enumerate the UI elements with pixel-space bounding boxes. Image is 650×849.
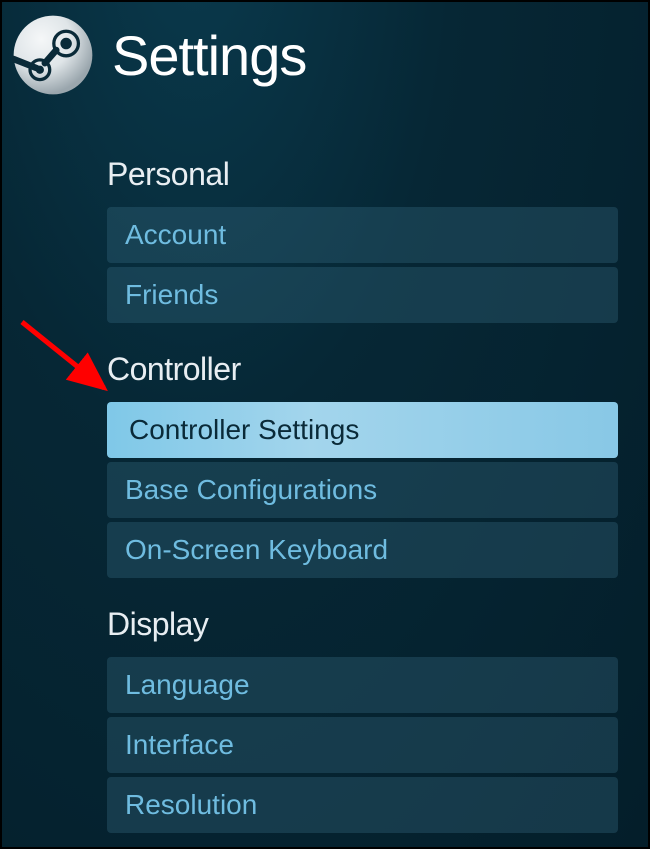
section-display: Display Language Interface Resolution	[107, 606, 618, 833]
menu-item-label: Interface	[125, 729, 234, 760]
header: Settings	[2, 2, 648, 116]
section-personal: Personal Account Friends	[107, 156, 618, 323]
page-title: Settings	[112, 23, 306, 88]
steam-logo-icon	[12, 14, 94, 96]
menu-item-controller-settings[interactable]: Controller Settings	[107, 402, 618, 458]
menu-item-label: Account	[125, 219, 226, 250]
menu-item-label: Language	[125, 669, 250, 700]
menu-item-label: Base Configurations	[125, 474, 377, 505]
menu-item-label: Resolution	[125, 789, 257, 820]
menu-item-label: On-Screen Keyboard	[125, 534, 388, 565]
menu-item-label: Controller Settings	[129, 414, 359, 445]
section-heading-display: Display	[107, 606, 618, 643]
menu-item-on-screen-keyboard[interactable]: On-Screen Keyboard	[107, 522, 618, 578]
menu-item-interface[interactable]: Interface	[107, 717, 618, 773]
section-controller: Controller Controller Settings Base Conf…	[107, 351, 618, 578]
menu-item-friends[interactable]: Friends	[107, 267, 618, 323]
menu-item-label: Friends	[125, 279, 218, 310]
section-heading-personal: Personal	[107, 156, 618, 193]
settings-content: Personal Account Friends Controller Cont…	[2, 116, 648, 833]
menu-item-account[interactable]: Account	[107, 207, 618, 263]
menu-item-base-configurations[interactable]: Base Configurations	[107, 462, 618, 518]
section-heading-controller: Controller	[107, 351, 618, 388]
menu-item-resolution[interactable]: Resolution	[107, 777, 618, 833]
menu-item-language[interactable]: Language	[107, 657, 618, 713]
